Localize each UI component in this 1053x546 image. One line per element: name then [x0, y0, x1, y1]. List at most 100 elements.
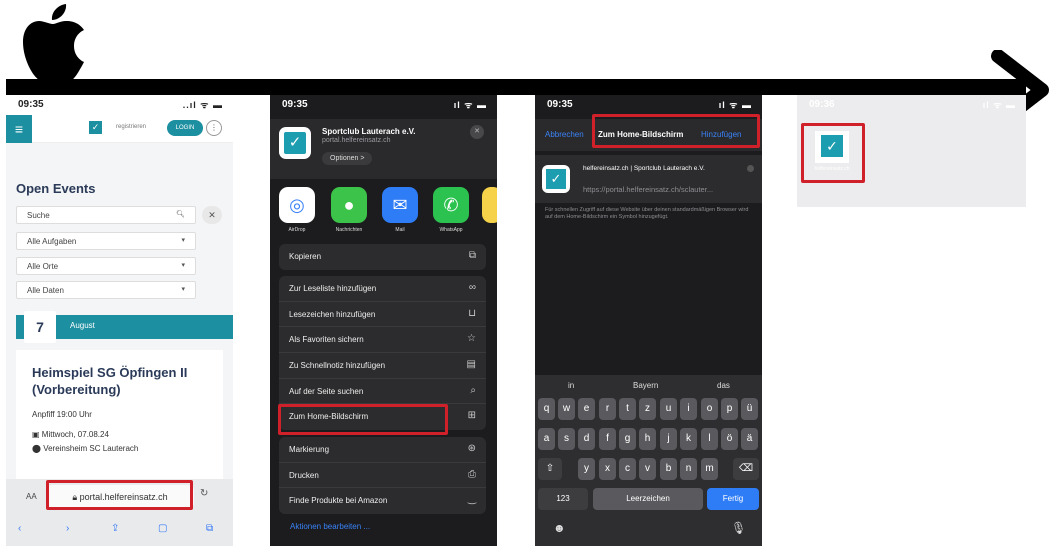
- action-quick-note[interactable]: Zu Schnellnotiz hinzufügen ▤: [279, 353, 486, 379]
- register-link[interactable]: registrieren: [116, 124, 146, 130]
- reader-aa-button[interactable]: AA: [26, 492, 37, 501]
- done-key[interactable]: Fertig: [707, 488, 759, 510]
- key[interactable]: m: [701, 458, 718, 480]
- tutorial-strip: 09:35 ..ıl ᯤ ▬ ≡ ✓ registrieren LOGIN ⋮ …: [0, 0, 1053, 546]
- search-icon: 🔍︎: [176, 211, 185, 218]
- key[interactable]: x: [599, 458, 616, 480]
- chevron-down-icon: ▾: [181, 237, 185, 244]
- key[interactable]: ü: [741, 398, 758, 420]
- tabs-icon[interactable]: ⧉: [206, 523, 213, 534]
- action-amazon[interactable]: Finde Produkte bei Amazon ‿: [279, 488, 486, 514]
- numbers-key[interactable]: 123: [538, 488, 588, 510]
- clear-search-icon[interactable]: ✕: [202, 206, 222, 224]
- share-app-messages[interactable]: ● Nachrichten: [330, 187, 368, 233]
- action-find-on-page[interactable]: Auf der Seite suchen ⌕: [279, 379, 486, 405]
- key[interactable]: r: [599, 398, 616, 420]
- action-print[interactable]: Drucken ⎙: [279, 463, 486, 489]
- key[interactable]: z: [639, 398, 656, 420]
- key[interactable]: c: [619, 458, 636, 480]
- key[interactable]: o: [701, 398, 718, 420]
- action-copy[interactable]: Kopieren ⧉: [279, 244, 486, 270]
- reload-icon[interactable]: ↻: [200, 488, 208, 499]
- markup-icon: ⊛: [467, 443, 476, 454]
- suggestion-2[interactable]: Bayern: [633, 381, 658, 390]
- key[interactable]: q: [538, 398, 555, 420]
- key[interactable]: w: [558, 398, 575, 420]
- edit-actions-link[interactable]: Aktionen bearbeiten ...: [290, 522, 370, 531]
- cancel-button[interactable]: Abbrechen: [545, 130, 584, 139]
- key[interactable]: e: [578, 398, 595, 420]
- suggestion-3[interactable]: das: [717, 381, 730, 390]
- share-app-mail[interactable]: ✉ Mail: [381, 187, 419, 233]
- key[interactable]: ä: [741, 428, 758, 450]
- key[interactable]: a: [538, 428, 555, 450]
- filter-tasks-select[interactable]: Alle Aufgaben ▾: [16, 232, 196, 250]
- more-options-icon[interactable]: ⋮: [206, 120, 222, 136]
- key[interactable]: k: [680, 428, 697, 450]
- key[interactable]: b: [660, 458, 677, 480]
- name-field[interactable]: helfereinsatz.ch | Sportclub Lauterach e…: [583, 165, 705, 172]
- bookmarks-icon[interactable]: ▢: [158, 523, 167, 534]
- messages-icon: ●: [331, 187, 367, 223]
- status-time: 09:35: [18, 99, 44, 110]
- delete-key-icon[interactable]: ⌫: [733, 458, 759, 480]
- key[interactable]: p: [721, 398, 738, 420]
- site-logo-icon[interactable]: ✓: [89, 121, 102, 134]
- key[interactable]: f: [599, 428, 616, 450]
- suggestion-1[interactable]: in: [568, 381, 574, 390]
- event-card[interactable]: Heimspiel SG Öpfingen II (Vorbereitung) …: [16, 350, 223, 480]
- share-app-airdrop[interactable]: ◎ AirDrop: [278, 187, 316, 233]
- mail-icon: ✉: [382, 187, 418, 223]
- key[interactable]: i: [680, 398, 697, 420]
- action-label: Zu Schnellnotiz hinzufügen: [289, 361, 386, 371]
- share-app-whatsapp[interactable]: ✆ WhatsApp: [432, 187, 470, 233]
- book-icon: ⊔: [468, 307, 476, 319]
- apple-logo-icon: [23, 4, 84, 82]
- print-icon: ⎙: [468, 468, 476, 480]
- action-reading-list[interactable]: Zur Leseliste hinzufügen ∞: [279, 276, 486, 302]
- key[interactable]: h: [639, 428, 656, 450]
- filter-places-select[interactable]: Alle Orte ▾: [16, 257, 196, 275]
- share-icon[interactable]: ⇪: [111, 523, 119, 534]
- microphone-icon[interactable]: 🎙︎: [731, 521, 746, 535]
- key[interactable]: l: [701, 428, 718, 450]
- space-key[interactable]: Leerzeichen: [593, 488, 703, 510]
- key[interactable]: s: [558, 428, 575, 450]
- action-label: Finde Produkte bei Amazon: [289, 496, 388, 506]
- site-navbar: ≡ ✓ registrieren LOGIN ⋮: [6, 115, 233, 143]
- key[interactable]: v: [639, 458, 656, 480]
- highlight-add-button: [592, 114, 760, 148]
- key[interactable]: j: [660, 428, 677, 450]
- phone-screen-home: 09:36 ıl ᯤ ▬ ✓ helfereinsatz.ch: [797, 95, 1026, 207]
- close-icon[interactable]: ✕: [470, 125, 484, 139]
- hamburger-menu-icon[interactable]: ≡: [6, 115, 32, 143]
- notes-icon: [482, 187, 497, 223]
- login-button[interactable]: LOGIN: [167, 120, 203, 136]
- clear-field-icon[interactable]: [747, 165, 754, 172]
- share-app-notes[interactable]: [482, 187, 497, 223]
- page-title: Open Events: [16, 181, 96, 196]
- key[interactable]: y: [578, 458, 595, 480]
- key[interactable]: t: [619, 398, 636, 420]
- action-markup[interactable]: Markierung ⊛: [279, 437, 486, 463]
- search-input[interactable]: Suche 🔍︎: [16, 206, 196, 224]
- key[interactable]: d: [578, 428, 595, 450]
- key[interactable]: u: [660, 398, 677, 420]
- key[interactable]: n: [680, 458, 697, 480]
- filter-dates-select[interactable]: Alle Daten ▾: [16, 281, 196, 299]
- options-button[interactable]: Optionen >: [322, 152, 373, 165]
- key[interactable]: g: [619, 428, 636, 450]
- url-value: https://portal.helfereinsatz.ch/sclauter…: [583, 185, 714, 194]
- back-icon[interactable]: ‹: [18, 523, 21, 534]
- progress-arrow-line: [6, 79, 1026, 95]
- action-bookmark[interactable]: Lesezeichen hinzufügen ⊔: [279, 302, 486, 328]
- share-header: ✓ Sportclub Lauterach e.V. portal.helfer…: [270, 119, 497, 179]
- key[interactable]: ö: [721, 428, 738, 450]
- shift-key-icon[interactable]: ⇧: [538, 458, 562, 480]
- forward-icon[interactable]: ›: [66, 523, 69, 534]
- chevron-down-icon: ▾: [181, 262, 185, 269]
- quick-note-icon: ▤: [466, 359, 476, 371]
- add-square-icon: ⊞: [467, 410, 476, 422]
- emoji-icon[interactable]: ☻: [553, 521, 566, 535]
- action-favorites[interactable]: Als Favoriten sichern ☆: [279, 327, 486, 354]
